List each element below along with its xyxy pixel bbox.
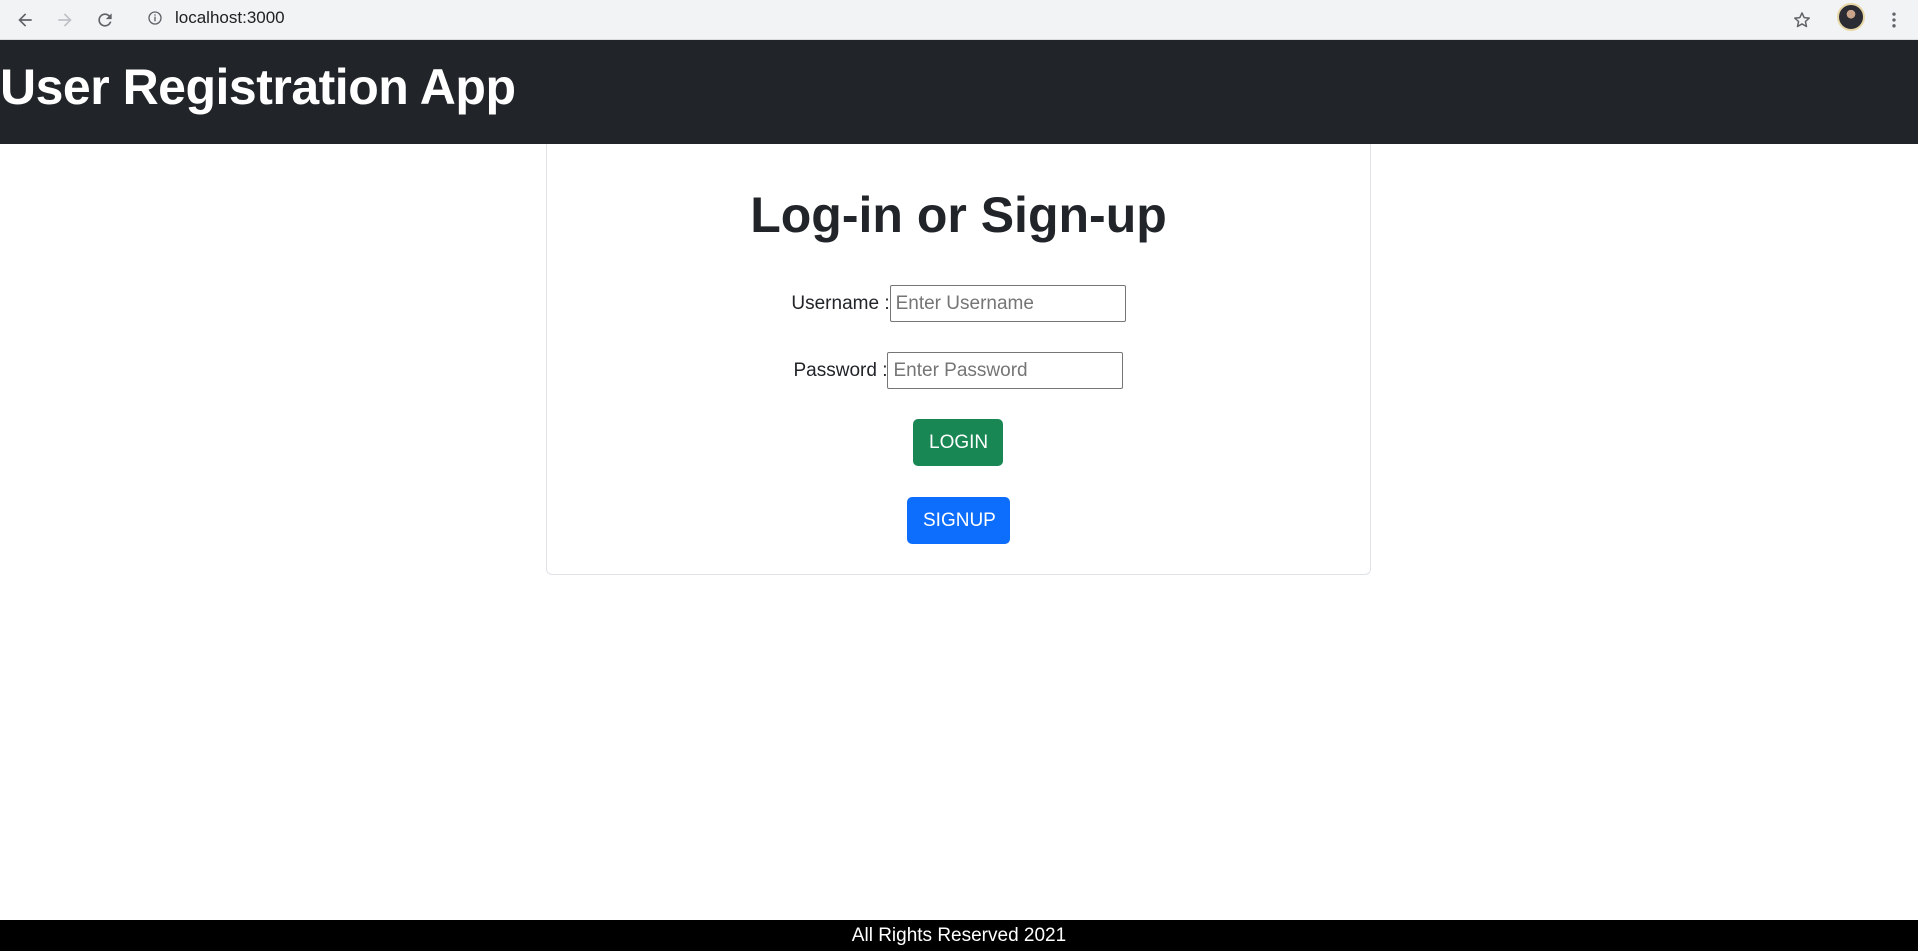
reload-icon[interactable] <box>91 6 119 34</box>
login-card: Log-in or Sign-up Username : Password : … <box>546 144 1371 575</box>
password-row: Password : <box>547 352 1370 389</box>
login-button[interactable]: LOGIN <box>913 419 1003 466</box>
star-icon[interactable] <box>1788 6 1816 34</box>
info-icon[interactable] <box>147 10 163 26</box>
password-input[interactable] <box>887 352 1124 389</box>
app-title: User Registration App <box>0 59 516 115</box>
address-bar[interactable]: localhost:3000 <box>133 2 1821 34</box>
signup-button[interactable]: SIGNUP <box>907 497 1010 544</box>
footer-text: All Rights Reserved 2021 <box>851 925 1067 946</box>
username-label: Username : <box>791 292 890 314</box>
avatar[interactable] <box>1837 3 1865 31</box>
username-input[interactable] <box>889 285 1126 322</box>
forward-arrow-icon[interactable] <box>51 6 79 34</box>
app-header: User Registration App <box>0 40 1918 144</box>
password-label: Password : <box>793 359 888 381</box>
browser-toolbar: localhost:3000 <box>0 0 1918 40</box>
footer: All Rights Reserved 2021 <box>0 920 1918 951</box>
back-arrow-icon[interactable] <box>11 6 39 34</box>
card-title: Log-in or Sign-up <box>750 187 1167 243</box>
username-row: Username : <box>547 285 1370 322</box>
more-vert-icon[interactable] <box>1880 6 1908 34</box>
url-text: localhost:3000 <box>175 8 285 27</box>
